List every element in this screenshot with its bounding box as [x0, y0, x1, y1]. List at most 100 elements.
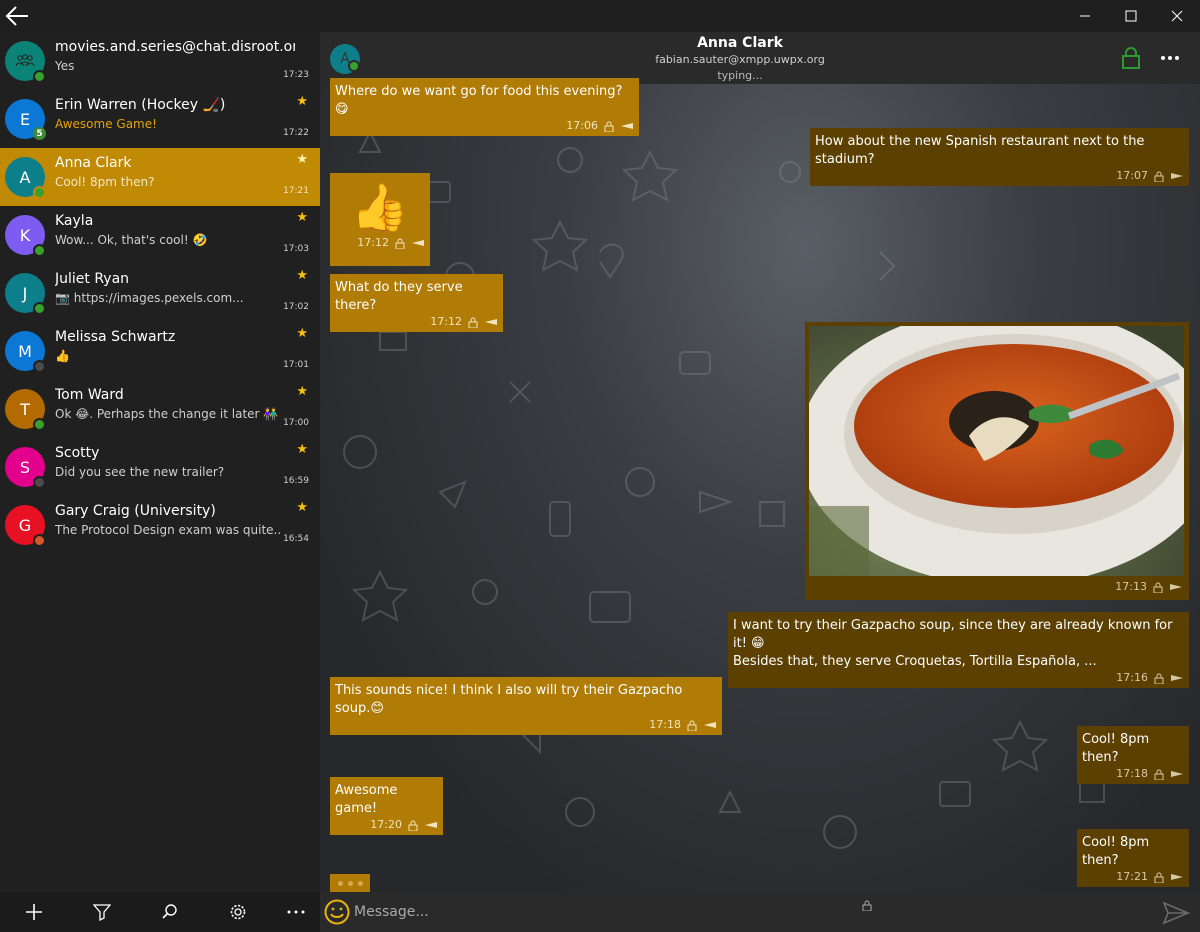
- chat-time: 16:54: [283, 534, 309, 544]
- presence-indicator: [33, 534, 46, 547]
- message-outgoing[interactable]: How about the new Spanish restaurant nex…: [810, 128, 1189, 186]
- message-text: Where do we want go for food this evenin…: [335, 84, 623, 117]
- message-time: 17:18: [649, 718, 681, 731]
- filter-icon[interactable]: [90, 900, 114, 924]
- presence-indicator: [33, 360, 46, 373]
- contact-jid: fabian.sauter@xmpp.uwpx.org: [655, 53, 825, 66]
- chat-name: Anna Clark: [55, 155, 132, 171]
- message-time: 17:12: [430, 315, 462, 328]
- chat-time: 17:01: [283, 360, 309, 370]
- message-text: Cool! 8pm then?: [1082, 732, 1150, 765]
- star-icon[interactable]: ★: [296, 268, 308, 283]
- chat-preview: Wow... Ok, that's cool! 🤣: [55, 233, 208, 247]
- sent-icon: [1171, 874, 1183, 880]
- search-icon[interactable]: [158, 900, 182, 924]
- sidebar-toolbar: [0, 892, 320, 932]
- message-incoming[interactable]: What do they serve there? 17:12: [330, 274, 503, 332]
- maximize-button[interactable]: [1108, 0, 1154, 32]
- chat-time: 17:02: [283, 302, 309, 312]
- star-icon[interactable]: ★: [296, 442, 308, 457]
- star-icon[interactable]: ★: [296, 210, 308, 225]
- chat-list-item[interactable]: E 5 Erin Warren (Hockey 🏒) Awesome Game!…: [0, 90, 320, 148]
- message-input[interactable]: [354, 900, 1134, 924]
- message-outgoing-image[interactable]: 17:13: [805, 322, 1189, 600]
- star-icon[interactable]: ★: [296, 326, 308, 341]
- chat-preview: Cool! 8pm then?: [55, 175, 155, 189]
- chat-name: movies.and.series@chat.disroot.org: [55, 39, 295, 55]
- chat-list-item[interactable]: M Melissa Schwartz 👍 ★ 17:01: [0, 322, 320, 380]
- message-time: 17:07: [1116, 169, 1148, 182]
- lock-icon: [1154, 769, 1164, 780]
- add-icon[interactable]: [22, 900, 46, 924]
- chat-time: 17:03: [283, 244, 309, 254]
- received-icon: [621, 123, 633, 129]
- lock-icon: [1153, 582, 1163, 593]
- presence-indicator: [33, 70, 46, 83]
- message-time: 17:21: [1116, 870, 1148, 883]
- lock-icon[interactable]: [1120, 46, 1142, 70]
- chat-time: 17:23: [283, 70, 309, 80]
- chat-preview: 👍: [55, 349, 70, 363]
- chat-time: 16:59: [283, 476, 309, 486]
- message-time: 17:06: [566, 119, 598, 132]
- lock-icon: [395, 238, 405, 249]
- chat-list-item[interactable]: J Juliet Ryan 📷 https://images.pexels.co…: [0, 264, 320, 322]
- message-incoming[interactable]: This sounds nice! I think I also will tr…: [330, 677, 722, 735]
- chat-preview: Yes: [55, 59, 75, 73]
- chat-time: 17:21: [283, 186, 309, 196]
- chat-preview: Ok 😂. Perhaps the change it later 👫 😂.: [55, 407, 280, 421]
- contact-name: Anna Clark: [697, 35, 783, 51]
- chat-time: 17:22: [283, 128, 309, 138]
- message-input-bar: [320, 892, 1200, 932]
- food-photo[interactable]: [809, 326, 1184, 576]
- message-text: Awesome game!: [335, 783, 398, 816]
- title-bar: [0, 0, 1200, 32]
- presence-indicator: [33, 244, 46, 257]
- emoji-icon[interactable]: [324, 899, 350, 925]
- gear-icon[interactable]: [226, 900, 250, 924]
- thumbs-up-emoji: 👍: [351, 180, 409, 234]
- star-icon[interactable]: ★: [296, 384, 308, 399]
- lock-icon: [862, 896, 872, 915]
- lock-icon: [1154, 872, 1164, 883]
- send-icon[interactable]: [1162, 901, 1191, 925]
- star-icon[interactable]: ★: [296, 94, 308, 109]
- chat-preview: 📷 https://images.pexels.com...: [55, 291, 244, 305]
- message-text: Cool! 8pm then?: [1082, 835, 1150, 868]
- chat-time: 17:00: [283, 418, 309, 428]
- received-icon: [425, 822, 437, 828]
- message-incoming[interactable]: 👍 17:12: [330, 173, 430, 266]
- back-arrow-icon[interactable]: [4, 4, 30, 28]
- chat-name: Melissa Schwartz: [55, 329, 176, 345]
- message-incoming[interactable]: Awesome game! 17:20: [330, 777, 443, 835]
- more-icon[interactable]: [284, 900, 308, 924]
- message-outgoing[interactable]: I want to try their Gazpacho soup, since…: [728, 612, 1189, 688]
- chat-name: Gary Craig (University): [55, 503, 216, 519]
- chat-list-item[interactable]: S Scotty Did you see the new trailer? ★ …: [0, 438, 320, 496]
- close-button[interactable]: [1154, 0, 1200, 32]
- lock-icon: [1154, 673, 1164, 684]
- chat-header: A Anna Clark fabian.sauter@xmpp.uwpx.org…: [320, 32, 1200, 84]
- chat-name: Erin Warren (Hockey 🏒): [55, 97, 226, 113]
- star-icon[interactable]: ★: [296, 152, 308, 167]
- chat-list-item-selected[interactable]: A Anna Clark Cool! 8pm then? ★ 17:21: [0, 148, 320, 206]
- lock-icon: [604, 121, 614, 132]
- message-text: What do they serve there?: [335, 280, 463, 313]
- chat-list-item[interactable]: T Tom Ward Ok 😂. Perhaps the change it l…: [0, 380, 320, 438]
- star-icon[interactable]: ★: [296, 500, 308, 515]
- received-icon: [485, 319, 497, 325]
- sent-icon: [1171, 675, 1183, 681]
- chat-name: Tom Ward: [55, 387, 124, 403]
- chat-list-item[interactable]: K Kayla Wow... Ok, that's cool! 🤣 ★ 17:0…: [0, 206, 320, 264]
- chat-list-item[interactable]: G Gary Craig (University) The Protocol D…: [0, 496, 320, 554]
- chat-list-item[interactable]: movies.and.series@chat.disroot.org Yes 1…: [0, 32, 320, 90]
- message-incoming[interactable]: Where do we want go for food this evenin…: [330, 78, 639, 136]
- sent-icon: [1171, 771, 1183, 777]
- presence-indicator: [33, 476, 46, 489]
- received-icon: [704, 722, 716, 728]
- more-icon[interactable]: [1158, 46, 1182, 70]
- minimize-button[interactable]: [1062, 0, 1108, 32]
- message-outgoing[interactable]: Cool! 8pm then? 17:21: [1077, 829, 1189, 887]
- message-outgoing[interactable]: Cool! 8pm then? 17:18: [1077, 726, 1189, 784]
- typing-indicator: [330, 874, 370, 892]
